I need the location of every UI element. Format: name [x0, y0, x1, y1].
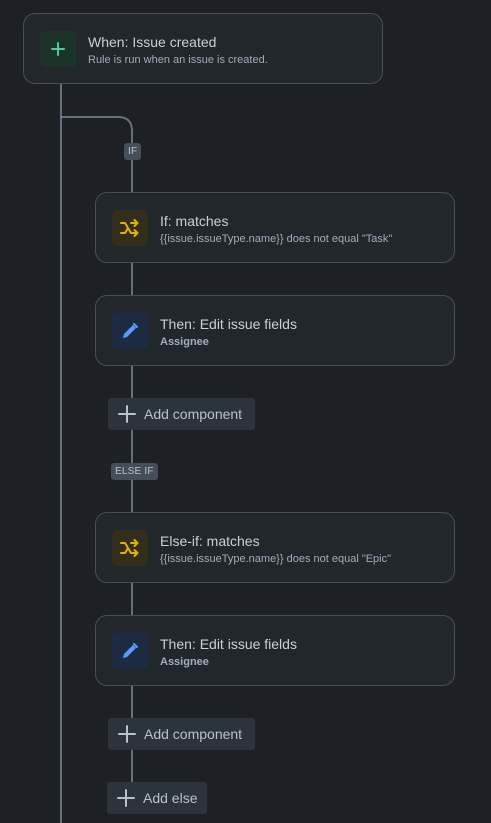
- else-if-action-title: Then: Edit issue fields: [160, 636, 297, 652]
- main-connector-line: [60, 83, 62, 823]
- else-if-condition-title: Else-if: matches: [160, 533, 260, 549]
- trigger-subtitle: Rule is run when an issue is created.: [88, 54, 268, 66]
- pencil-icon: [123, 323, 138, 338]
- add-component-button[interactable]: Add component: [108, 718, 255, 750]
- if-condition-title: If: matches: [160, 213, 229, 229]
- add-else-button[interactable]: Add else: [107, 782, 207, 814]
- if-action-subtitle: Assignee: [160, 336, 209, 348]
- pencil-icon: [123, 643, 138, 658]
- if-lozenge: IF: [124, 143, 142, 160]
- if-action-card[interactable]: Then: Edit issue fields Assignee: [95, 295, 455, 366]
- if-condition-card[interactable]: If: matches {{issue.issueType.name}} doe…: [95, 192, 455, 263]
- trigger-icon-box: [40, 31, 76, 67]
- branch-connector-curve: [61, 116, 133, 146]
- action-icon-box: [112, 633, 148, 669]
- if-action-title: Then: Edit issue fields: [160, 316, 297, 332]
- add-component-button[interactable]: Add component: [108, 398, 255, 430]
- else-if-action-subtitle: Assignee: [160, 656, 209, 668]
- plus-icon: [118, 725, 136, 743]
- add-component-label: Add component: [144, 406, 243, 422]
- plus-icon: [51, 42, 65, 56]
- add-else-label: Add else: [143, 790, 198, 806]
- branch-icon: [120, 219, 139, 237]
- rule-canvas: When: Issue created Rule is run when an …: [0, 0, 491, 823]
- action-icon-box: [112, 313, 148, 349]
- condition-icon-box: [112, 530, 148, 566]
- trigger-card[interactable]: When: Issue created Rule is run when an …: [23, 13, 383, 84]
- add-component-label: Add component: [144, 726, 243, 742]
- else-if-condition-subtitle: {{issue.issueType.name}} does not equal …: [160, 553, 392, 565]
- trigger-title: When: Issue created: [88, 34, 217, 50]
- branch-icon: [120, 539, 139, 557]
- condition-icon-box: [112, 210, 148, 246]
- plus-icon: [117, 789, 135, 807]
- else-if-lozenge: ELSE IF: [111, 463, 158, 480]
- if-condition-subtitle: {{issue.issueType.name}} does not equal …: [160, 233, 393, 245]
- plus-icon: [118, 405, 136, 423]
- else-if-condition-card[interactable]: Else-if: matches {{issue.issueType.name}…: [95, 512, 455, 583]
- else-if-action-card[interactable]: Then: Edit issue fields Assignee: [95, 615, 455, 686]
